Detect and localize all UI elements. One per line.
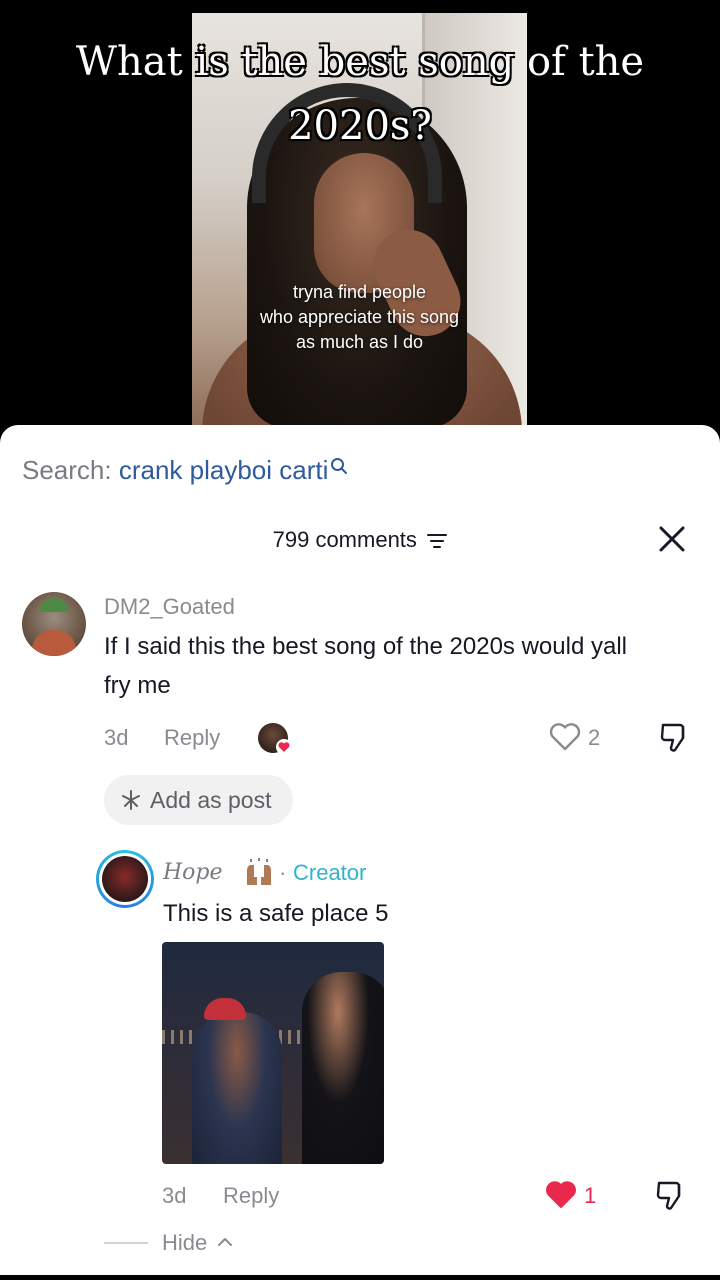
comment-text: If I said this the best song of the 2020… <box>104 633 627 699</box>
reply-attached-image[interactable] <box>162 942 384 1164</box>
avatar-image <box>102 856 148 902</box>
search-suggestion[interactable]: Search: crank playboi carti <box>22 453 348 487</box>
comment-count: 799 comments <box>272 527 417 552</box>
reply-button[interactable]: Reply <box>164 723 220 753</box>
like-count: 2 <box>588 725 601 750</box>
avatar-shirt <box>32 630 76 656</box>
add-as-post-button[interactable]: Add as post <box>104 775 294 825</box>
hide-label: Hide <box>162 1230 208 1255</box>
comments-header: 799 comments <box>0 525 720 559</box>
separator-dot: · <box>279 860 287 885</box>
red-cap <box>204 998 246 1020</box>
like-heart-icon[interactable] <box>548 722 582 752</box>
filter-icon[interactable] <box>427 532 448 550</box>
add-as-post-label: Add as post <box>150 786 272 813</box>
heart-icon <box>276 739 292 755</box>
image-person-right <box>302 972 384 1164</box>
reply-text: This is a safe place 5 <box>163 900 389 927</box>
avatar[interactable] <box>22 592 86 656</box>
caption-line: who appreciate this song <box>259 307 460 327</box>
dislike-icon[interactable] <box>654 1179 688 1211</box>
search-term[interactable]: crank playboi carti <box>119 455 329 485</box>
chevron-up-icon <box>218 1238 233 1247</box>
comment-timestamp: 3d <box>104 725 129 750</box>
like-heart-icon[interactable] <box>544 1180 578 1210</box>
creator-badge: Creator <box>293 860 367 885</box>
comment-username[interactable]: DM2_Goated <box>104 593 235 621</box>
reply-username[interactable]: Hope <box>163 859 223 887</box>
search-label: Search: <box>22 455 119 485</box>
hide-replies-button[interactable]: Hide <box>162 1228 233 1258</box>
avatar-hat <box>40 598 68 612</box>
search-icon[interactable] <box>330 457 348 475</box>
divider <box>104 1242 148 1244</box>
reply-button[interactable]: Reply <box>223 1181 279 1211</box>
title-line: 2020s? <box>288 103 432 149</box>
close-icon[interactable] <box>656 523 688 555</box>
like-count: 1 <box>584 1183 597 1208</box>
caption-line: as much as I do <box>295 332 424 352</box>
title-line: What is the best song of the <box>75 39 645 85</box>
dislike-icon[interactable] <box>658 721 692 753</box>
avatar-ring-inner <box>99 853 151 905</box>
comments-sheet: Search: crank playboi carti 799 comments… <box>0 425 720 1275</box>
caption-line: tryna find people <box>292 282 427 302</box>
sparkle-icon <box>122 790 140 810</box>
video-area[interactable]: tryna find people who appreciate this so… <box>0 0 720 440</box>
video-title: What is the best song of the 2020s? <box>0 30 720 158</box>
raised-hands-icon <box>247 858 271 885</box>
avatar[interactable] <box>96 850 154 908</box>
image-person-left <box>192 1012 282 1164</box>
reply-timestamp: 3d <box>162 1183 187 1208</box>
video-caption: tryna find people who appreciate this so… <box>192 280 527 355</box>
